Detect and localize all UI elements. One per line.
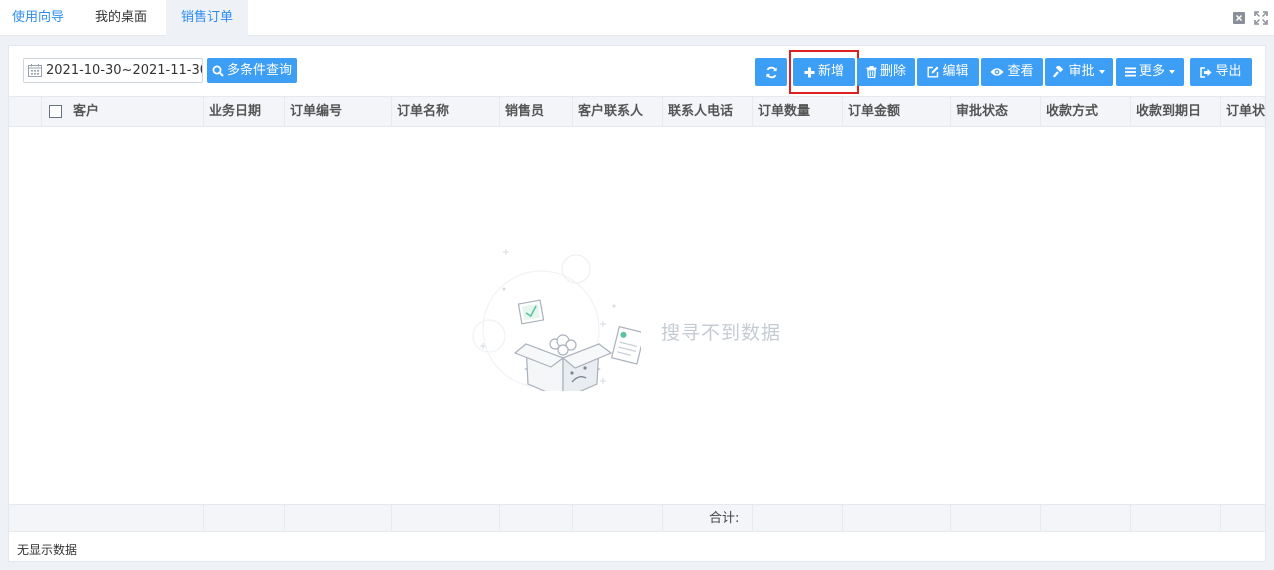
export-icon [1200,66,1212,78]
summary-cell [1130,505,1221,532]
trash-icon [866,66,877,78]
date-range-value: 2021-10-30~2021-11-30 [46,63,203,78]
column-header[interactable]: 客户联系人 [572,97,663,127]
column-header[interactable]: 收款到期日 [1130,97,1221,127]
column-header[interactable]: 订单状态 [1220,97,1265,127]
summary-cell [752,505,843,532]
grid-header: 客户 业务日期 订单编号 订单名称 销售员 客户联系人 联系人电话 订单数量 订… [9,96,1265,127]
more-dropdown-button[interactable]: 更多 [1116,58,1184,86]
add-button[interactable]: 新增 [793,58,855,86]
search-icon [212,65,224,77]
summary-cell [950,505,1041,532]
summary-cell [842,505,951,532]
more-label: 更多 [1138,64,1165,79]
tab-bar: 使用向导 我的桌面 销售订单 [0,0,1274,36]
menu-icon [1124,67,1136,77]
fullscreen-icon[interactable] [1254,11,1268,25]
edit-button[interactable]: 编辑 [917,58,979,86]
column-header[interactable]: 客户 [67,97,204,127]
approve-label: 审批 [1068,64,1095,79]
column-header[interactable]: 业务日期 [203,97,285,127]
column-header[interactable]: 审批状态 [950,97,1041,127]
summary-label: 合计: [709,511,740,526]
summary-cell [284,505,392,532]
column-header[interactable]: 订单编号 [284,97,392,127]
gavel-icon [1053,66,1064,78]
tab-sales-order[interactable]: 销售订单 [166,0,248,36]
export-button[interactable]: 导出 [1190,58,1252,86]
summary-cell [9,505,204,532]
summary-cell [572,505,663,532]
date-range-input[interactable]: 2021-10-30~2021-11-30 [23,58,203,83]
view-label: 查看 [1007,64,1034,79]
column-header[interactable]: 订单数量 [752,97,843,127]
summary-cell [499,505,573,532]
plus-icon [804,67,815,77]
query-label: 多条件查询 [226,63,292,78]
add-label: 新增 [817,64,844,79]
tab-guide[interactable]: 使用向导 [0,0,76,36]
approve-dropdown-button[interactable]: 审批 [1045,58,1113,86]
summary-cell [1040,505,1131,532]
delete-button[interactable]: 删除 [857,58,915,86]
summary-cell [203,505,285,532]
edit-label: 编辑 [942,64,969,79]
empty-box-illustration [472,249,641,391]
summary-cell [391,505,500,532]
tab-my-desktop[interactable]: 我的桌面 [82,0,160,36]
row-number-header [9,97,42,127]
empty-state-text: 搜寻不到数据 [661,322,782,344]
status-text: 无显示数据 [17,543,78,557]
delete-label: 删除 [879,64,906,79]
column-header[interactable]: 订单名称 [391,97,500,127]
close-tab-icon[interactable] [1232,11,1246,25]
select-all-checkbox[interactable] [49,105,62,118]
column-header[interactable]: 联系人电话 [662,97,753,127]
column-header[interactable]: 销售员 [499,97,573,127]
export-label: 导出 [1215,64,1242,79]
caret-down-icon [1169,70,1175,74]
sales-order-panel: 2021-10-30~2021-11-30 多条件查询 新增 删除 编辑 查看 … [8,45,1266,562]
refresh-button[interactable] [755,58,787,86]
column-header[interactable]: 订单金额 [842,97,951,127]
calendar-icon [28,64,42,77]
refresh-icon [765,66,777,78]
column-header[interactable]: 收款方式 [1040,97,1131,127]
eye-icon [990,68,1004,76]
edit-icon [927,66,939,78]
view-button[interactable]: 查看 [981,58,1043,86]
multi-condition-query-button[interactable]: 多条件查询 [207,58,297,83]
summary-row: 合计: [9,504,1265,532]
caret-down-icon [1098,70,1105,74]
